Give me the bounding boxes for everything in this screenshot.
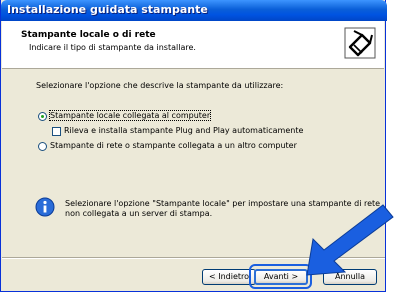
radio-local-printer-label[interactable]: Stampante locale collegata al computer [48,110,212,121]
info-icon [35,197,55,217]
checkbox-plug-and-play-label[interactable]: Rileva e installa stampante Plug and Pla… [64,126,303,135]
wizard-header: Stampante locale o di rete Indicare il t… [2,21,384,69]
checkbox-plug-and-play[interactable] [52,127,61,136]
radio-network-printer[interactable] [38,142,47,151]
printer-wizard-icon [344,27,376,59]
window-title: Installazione guidata stampante [7,3,208,16]
prompt-text: Selezionare l'opzione che descrive la st… [36,81,284,90]
back-button[interactable]: < Indietro [202,269,256,285]
info-text-line2: non collegata a un server di stampa. [65,209,213,218]
header-subtitle: Indicare il tipo di stampante da install… [29,43,196,52]
radio-local-printer[interactable] [38,112,47,121]
radio-network-printer-label[interactable]: Stampante di rete o stampante collegata … [50,141,297,150]
pointer-arrow-icon [306,204,394,276]
title-bar: Installazione guidata stampante [1,0,387,21]
header-title: Stampante locale o di rete [21,30,156,40]
